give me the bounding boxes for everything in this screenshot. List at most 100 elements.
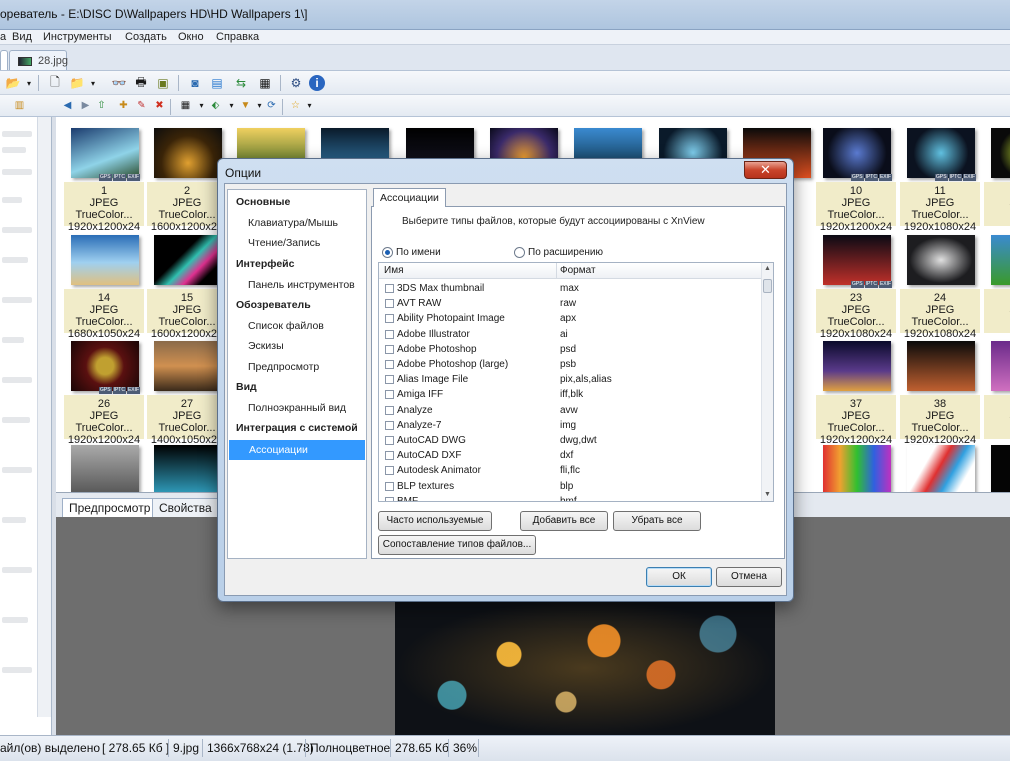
file-type-checkbox[interactable]	[385, 344, 394, 354]
file-type-checkbox[interactable]	[385, 466, 394, 476]
file-type-checkbox[interactable]	[385, 375, 394, 385]
file-icon[interactable]: 🗋	[46, 74, 64, 92]
rename-icon[interactable]: ✎	[134, 97, 149, 113]
thumbnail-item[interactable]: 27 JPEG TrueColor... 1400x1050x24	[147, 335, 227, 446]
folder-tree[interactable]	[0, 117, 52, 735]
menu-tools[interactable]: Инструменты	[43, 31, 112, 43]
dropdown-arrow-icon[interactable]: ▾	[302, 97, 317, 113]
file-type-mapping-button[interactable]: Сопоставление типов файлов...	[378, 535, 536, 555]
thumbnail-item[interactable]: GPS IPTC EXIF 11 JPEG TrueColor... 1920x1080…	[900, 122, 980, 233]
thumbnail-item[interactable]	[816, 439, 896, 492]
nav-item-keyboard-mouse[interactable]: Клавиатура/Мышь	[228, 214, 366, 232]
view-mode-icon[interactable]: ▦	[178, 97, 193, 113]
nav-category-view[interactable]: Вид	[228, 378, 366, 396]
nav-item-associations[interactable]: Ассоциации	[229, 440, 365, 460]
nav-category-interface[interactable]: Интерфейс	[228, 255, 366, 273]
file-type-row[interactable]: AutoCAD DXF dxf	[379, 448, 763, 463]
up-folder-icon[interactable]: ⇧	[94, 97, 109, 113]
file-type-checkbox[interactable]	[385, 405, 394, 415]
cancel-button[interactable]: Отмена	[716, 567, 782, 587]
info-icon[interactable]: i	[309, 75, 325, 91]
file-type-row[interactable]: BMF bmf	[379, 494, 763, 501]
dropdown-arrow-icon[interactable]: ▾	[88, 74, 98, 92]
nav-item-file-list[interactable]: Список файлов	[228, 317, 366, 335]
tab-preview[interactable]: Предпросмотр	[62, 498, 158, 517]
menu-create[interactable]: Создать	[125, 31, 167, 43]
thumbnail-item[interactable]: 15 JPEG TrueColor... 1600x1200x24	[147, 229, 227, 340]
column-header-format[interactable]: Формат	[560, 265, 596, 276]
file-type-checkbox[interactable]	[385, 284, 394, 293]
file-type-row[interactable]: Amiga IFF iff,blk	[379, 387, 763, 402]
frequent-types-button[interactable]: Часто используемые	[378, 511, 492, 531]
thumbnail-item[interactable]: 2 JPEG TrueColor... 1600x1200x24	[147, 122, 227, 233]
thumbnail-item[interactable]: GPS IPTC EXIF 26 JPEG TrueColor... 1920x1200…	[64, 335, 144, 446]
column-header-name[interactable]: Имя	[384, 265, 403, 276]
tab-properties[interactable]: Свойства	[152, 498, 219, 517]
scroll-down-arrow-icon[interactable]: ▼	[762, 489, 773, 501]
open-folder-icon[interactable]: 📂	[4, 74, 22, 92]
thumbnail-item[interactable]: GPS IPTC EXIF 23 JPEG TrueColor... 1920x1080…	[816, 229, 896, 340]
thumbnail-item[interactable]: 38 JPEG TrueColor... 1920x1200x24	[900, 335, 980, 446]
star-rating-icon[interactable]: ☆	[288, 97, 303, 113]
new-folder-icon[interactable]: ✚	[116, 97, 131, 113]
nav-item-fullscreen[interactable]: Полноэкранный вид	[228, 399, 366, 417]
tab-browser[interactable]	[0, 50, 8, 70]
print-icon[interactable]: 🖶	[132, 74, 150, 92]
thumbnail-item[interactable]: 24 JPEG TrueColor... 1920x1080x24	[900, 229, 980, 340]
thumbnail-item[interactable]: 12JPEG1920	[984, 122, 1010, 226]
binoculars-icon[interactable]: 👓	[110, 74, 128, 92]
thumbnail-item[interactable]: GPS IPTC EXIF 1 JPEG TrueColor... 1920x1200x…	[64, 122, 144, 233]
file-type-row[interactable]: Analyze-7 img	[379, 418, 763, 433]
file-type-row[interactable]: Ability Photopaint Image apx	[379, 311, 763, 326]
dropdown-arrow-icon[interactable]: ▾	[224, 97, 239, 113]
nav-category-system-integration[interactable]: Интеграция с системой	[228, 419, 366, 437]
convert-icon[interactable]: ⇆	[232, 74, 250, 92]
nav-item-toolbar[interactable]: Панель инструментов	[228, 276, 366, 294]
file-type-checkbox[interactable]	[385, 314, 394, 324]
thumbnail-item[interactable]: GPS IPTC EXIF 10 JPEG TrueColor... 1920x1200…	[816, 122, 896, 233]
radio-by-name[interactable]: По имени	[382, 247, 441, 258]
sort-icon[interactable]: ⬖	[208, 97, 223, 113]
file-type-row[interactable]: Adobe Photoshop (large) psb	[379, 357, 763, 372]
folder-tree-scrollbar[interactable]	[37, 117, 51, 717]
slideshow-icon[interactable]: ▤	[208, 74, 226, 92]
thumbnail-item[interactable]	[147, 439, 227, 492]
settings-gear-icon[interactable]: ⚙	[287, 74, 305, 92]
thumbnail-item[interactable]: 37 JPEG TrueColor... 1920x1200x24	[816, 335, 896, 446]
file-type-row[interactable]: Alias Image File pix,als,alias	[379, 372, 763, 387]
menu-file[interactable]: а	[0, 31, 6, 43]
file-type-checkbox[interactable]	[385, 451, 394, 461]
nav-item-read-write[interactable]: Чтение/Запись	[228, 234, 366, 252]
calculator-icon[interactable]: ▦	[256, 74, 274, 92]
file-type-row[interactable]: 3DS Max thumbnail max	[379, 281, 763, 296]
close-button[interactable]: ✕	[744, 161, 787, 179]
radio-by-extension[interactable]: По расширению	[514, 247, 603, 258]
favorites-icon[interactable]: ▥	[12, 97, 27, 113]
forward-arrow-icon[interactable]: ▶	[78, 97, 93, 113]
nav-category-general[interactable]: Основные	[228, 193, 366, 211]
file-type-checkbox[interactable]	[385, 496, 394, 501]
nav-item-thumbnails[interactable]: Эскизы	[228, 337, 366, 355]
file-type-row[interactable]: Autodesk Animator fli,flc	[379, 463, 763, 478]
file-type-checkbox[interactable]	[385, 390, 394, 400]
file-type-row[interactable]: Adobe Photoshop psd	[379, 342, 763, 357]
file-type-checkbox[interactable]	[385, 481, 394, 491]
tab-associations[interactable]: Ассоциации	[373, 188, 446, 207]
dropdown-arrow-icon[interactable]: ▾	[24, 74, 34, 92]
thumbnail-item[interactable]: 39JPEG1280	[984, 335, 1010, 439]
delete-icon[interactable]: ✖	[152, 97, 167, 113]
add-all-button[interactable]: Добавить все	[520, 511, 608, 531]
thumbnail-item[interactable]	[900, 439, 980, 492]
scan-icon[interactable]: ▣	[154, 74, 172, 92]
filter-icon[interactable]: ▼	[238, 97, 253, 113]
dropdown-arrow-icon[interactable]: ▾	[194, 97, 209, 113]
refresh-icon[interactable]: ⟳	[264, 97, 279, 113]
file-type-checkbox[interactable]	[385, 436, 394, 445]
file-type-checkbox[interactable]	[385, 329, 394, 339]
back-arrow-icon[interactable]: ◀	[60, 97, 75, 113]
file-type-row[interactable]: Analyze avw	[379, 403, 763, 418]
file-type-checkbox[interactable]	[385, 420, 394, 430]
thumbnail-item[interactable]	[984, 439, 1010, 492]
tab-28jpg[interactable]: 28.jpg	[9, 50, 68, 70]
file-type-checkbox[interactable]	[385, 299, 394, 309]
